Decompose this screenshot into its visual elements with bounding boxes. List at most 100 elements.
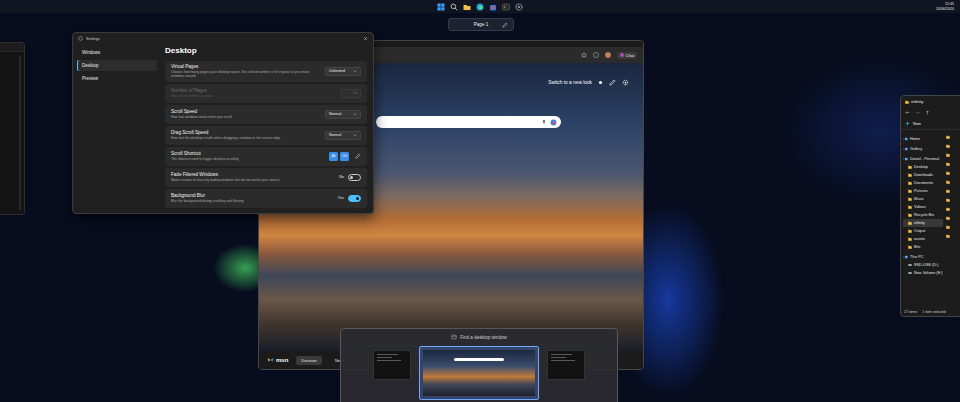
window-thumbnail[interactable] [369,346,415,384]
dropdown[interactable]: Normal [325,110,361,119]
forward-arrow-icon[interactable] [915,110,920,115]
nav-item[interactable]: Pictures [903,187,943,195]
setting-title: Fade Filtered Windows [171,172,323,177]
butterfly-icon [267,357,274,363]
collections-icon[interactable] [593,52,599,58]
chevron-down-icon [353,133,357,137]
new-button[interactable]: New [913,121,921,126]
nav-item[interactable]: assets [903,235,943,243]
folder-icon [908,197,912,201]
nav-item[interactable]: Gallery [903,145,943,153]
feed-tab[interactable]: Discover [296,356,322,365]
bing-chat-icon[interactable] [550,119,557,126]
search-placeholder: Find a desktop window [460,335,507,340]
toggle-switch[interactable] [348,195,361,202]
sidebar-item[interactable]: Windows [77,47,157,58]
start-icon[interactable] [437,3,445,11]
msn-logo[interactable]: msn [267,357,288,363]
folder-icon [908,229,912,233]
nav-item[interactable]: Daniel - Personal [903,155,943,163]
search-box[interactable] [376,116,561,128]
window-title: Settings [86,37,360,41]
nav-item[interactable]: Music [903,195,943,203]
setting-title: Drag Scroll Speed [171,130,317,135]
nav-item[interactable]: This PC [903,253,943,261]
window-finder[interactable]: Find a desktop window [340,328,618,402]
nav-item[interactable]: Output [903,227,943,235]
pencil-icon[interactable] [355,153,361,159]
close-icon[interactable] [363,36,368,41]
search-icon[interactable] [450,3,458,11]
folder-icon [946,135,950,139]
star-icon[interactable] [581,52,587,58]
settings-window[interactable]: Settings Windows Desktop Preview Desktop Virt… [72,32,374,214]
chat-button[interactable]: Chat [617,52,637,59]
nav-item[interactable]: Documents [903,179,943,187]
folder-icon [908,165,912,169]
preview-line [377,357,392,358]
setting-description: How fast windows move when you scroll [171,115,317,119]
page-heading: Desktop [165,44,367,59]
nav-item[interactable]: infinity [903,219,943,227]
setting-row: Scroll ShortcutThe shortcut used to trig… [165,147,367,166]
up-arrow-icon[interactable] [925,110,930,115]
nav-item[interactable]: Home [903,135,943,143]
page-indicator[interactable]: Page 1 [448,18,514,31]
new-look-link[interactable]: Switch to a new look [548,80,592,85]
toggle-switch[interactable] [348,174,361,181]
nav-item[interactable]: Recycle Bin [903,211,943,219]
key-cap: Alt [329,152,338,161]
nav-item[interactable]: Downloads [903,171,943,179]
titlebar: Settings [73,33,373,44]
file-list [943,130,960,308]
folder-icon [908,189,912,193]
setting-row: Background BlurBlur the background durin… [165,189,367,208]
nav-item[interactable]: SSD-USB (D:) [903,261,943,269]
setting-description: Choose how many pages your desktop spans… [171,70,317,79]
nav-item[interactable]: Bits [903,243,943,251]
toggle-dot-icon[interactable] [598,80,603,85]
number-value: 10 [353,91,357,95]
nav-item[interactable]: New Volume (E:) [903,269,943,277]
sidebar-item[interactable]: Desktop [77,60,157,71]
window-thumbnail[interactable] [419,346,539,400]
pencil-icon[interactable] [502,22,508,28]
back-arrow-icon[interactable] [905,110,910,115]
dropdown[interactable]: Normal [325,131,361,140]
setting-title: Scroll Shortcut [171,151,321,156]
folder-icon [946,207,950,211]
microphone-icon[interactable] [541,119,547,125]
dropdown[interactable]: Unlimited [325,67,361,76]
file-explorer-icon[interactable] [463,3,471,11]
page-label: Page 1 [474,22,489,27]
nav-label: Bits [914,245,920,249]
nav-label: Videos [914,205,926,209]
preview-search-bar [454,358,504,361]
sidebar-item[interactable]: Preview [77,73,157,84]
nav-label: infinity [914,221,925,225]
offscreen-window[interactable] [0,42,25,215]
rename-page-button[interactable] [502,22,508,28]
setting-text: Number of PagesSet a fixed number of pag… [171,88,323,98]
customize-icon[interactable] [609,79,616,86]
window-thumbnail[interactable] [543,346,589,384]
clock[interactable]: 12:4520/06/2024 [936,2,954,10]
edge-icon[interactable] [476,3,484,11]
nav-item[interactable]: Videos [903,203,943,211]
gear-icon[interactable] [622,79,629,86]
setting-text: Virtual PagesChoose how many pages your … [171,64,317,79]
nav-item[interactable]: Desktop [903,163,943,171]
folder-icon [946,171,950,175]
selection-count: 1 item selected [922,310,946,314]
profile-avatar[interactable] [605,52,611,58]
terminal-icon[interactable] [502,3,510,11]
store-icon[interactable] [489,3,497,11]
setting-description: Set a fixed number of pages [171,94,323,98]
file-explorer-window[interactable]: infinityNewHomeGalleryDaniel - PersonalD… [900,95,960,317]
chat-label: Chat [626,53,634,58]
settings-icon[interactable] [515,3,523,11]
finder-search[interactable]: Find a desktop window [341,329,617,344]
edit-shortcut-button[interactable] [355,153,361,159]
dropdown-value: Unlimited [329,69,345,73]
navigation-pane: Home Gallery Daniel - PersonalDesktopDownl… [901,130,943,308]
